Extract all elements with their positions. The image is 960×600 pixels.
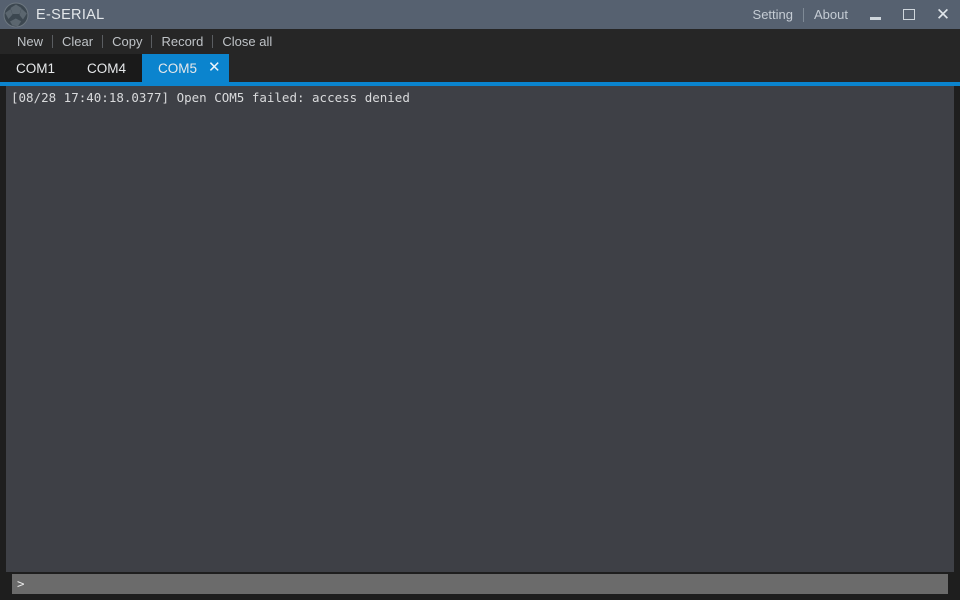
maximize-icon	[903, 9, 915, 20]
tab-com5[interactable]: COM5 ✕	[142, 54, 229, 82]
close-icon: ✕	[935, 5, 951, 24]
about-link[interactable]: About	[804, 0, 858, 29]
command-input[interactable]	[24, 575, 948, 593]
app-title: E-SERIAL	[36, 6, 105, 23]
tab-close-icon[interactable]: ✕	[208, 60, 221, 75]
prompt-icon: >	[17, 576, 25, 591]
console-output[interactable]: [08/28 17:40:18.0377] Open COM5 failed: …	[6, 86, 954, 572]
tab-label: COM4	[87, 60, 127, 76]
minimize-button[interactable]	[858, 0, 892, 29]
title-separator	[803, 7, 805, 22]
title-bar-actions: Setting About ✕	[743, 0, 960, 29]
tab-com1[interactable]: COM1	[0, 54, 72, 82]
minimize-icon	[869, 17, 881, 20]
tab-label: COM5	[158, 60, 198, 76]
menu-item-record[interactable]: Record	[152, 29, 212, 54]
tab-label: COM1	[16, 60, 56, 76]
menu-bar: New Clear Copy Record Close all	[0, 29, 960, 54]
menu-item-new[interactable]: New	[8, 29, 52, 54]
close-button[interactable]: ✕	[926, 0, 960, 29]
command-input-bar[interactable]: >	[12, 574, 948, 594]
maximize-button[interactable]	[892, 0, 926, 29]
sphere-logo-icon	[2, 1, 30, 29]
app-window: E-SERIAL Setting About ✕ New Clear Copy …	[0, 0, 960, 600]
setting-link[interactable]: Setting	[743, 0, 803, 29]
log-line: [08/28 17:40:18.0377] Open COM5 failed: …	[11, 90, 410, 105]
menu-item-close-all[interactable]: Close all	[213, 29, 281, 54]
tab-com4[interactable]: COM4	[71, 54, 143, 82]
menu-item-clear[interactable]: Clear	[53, 29, 102, 54]
tab-bar: COM1 COM4 COM5 ✕	[0, 54, 960, 82]
menu-item-copy[interactable]: Copy	[103, 29, 151, 54]
console-wrapper: [08/28 17:40:18.0377] Open COM5 failed: …	[0, 86, 960, 600]
tab-strip: COM1 COM4 COM5 ✕	[0, 54, 229, 82]
title-bar: E-SERIAL Setting About ✕	[0, 0, 960, 29]
